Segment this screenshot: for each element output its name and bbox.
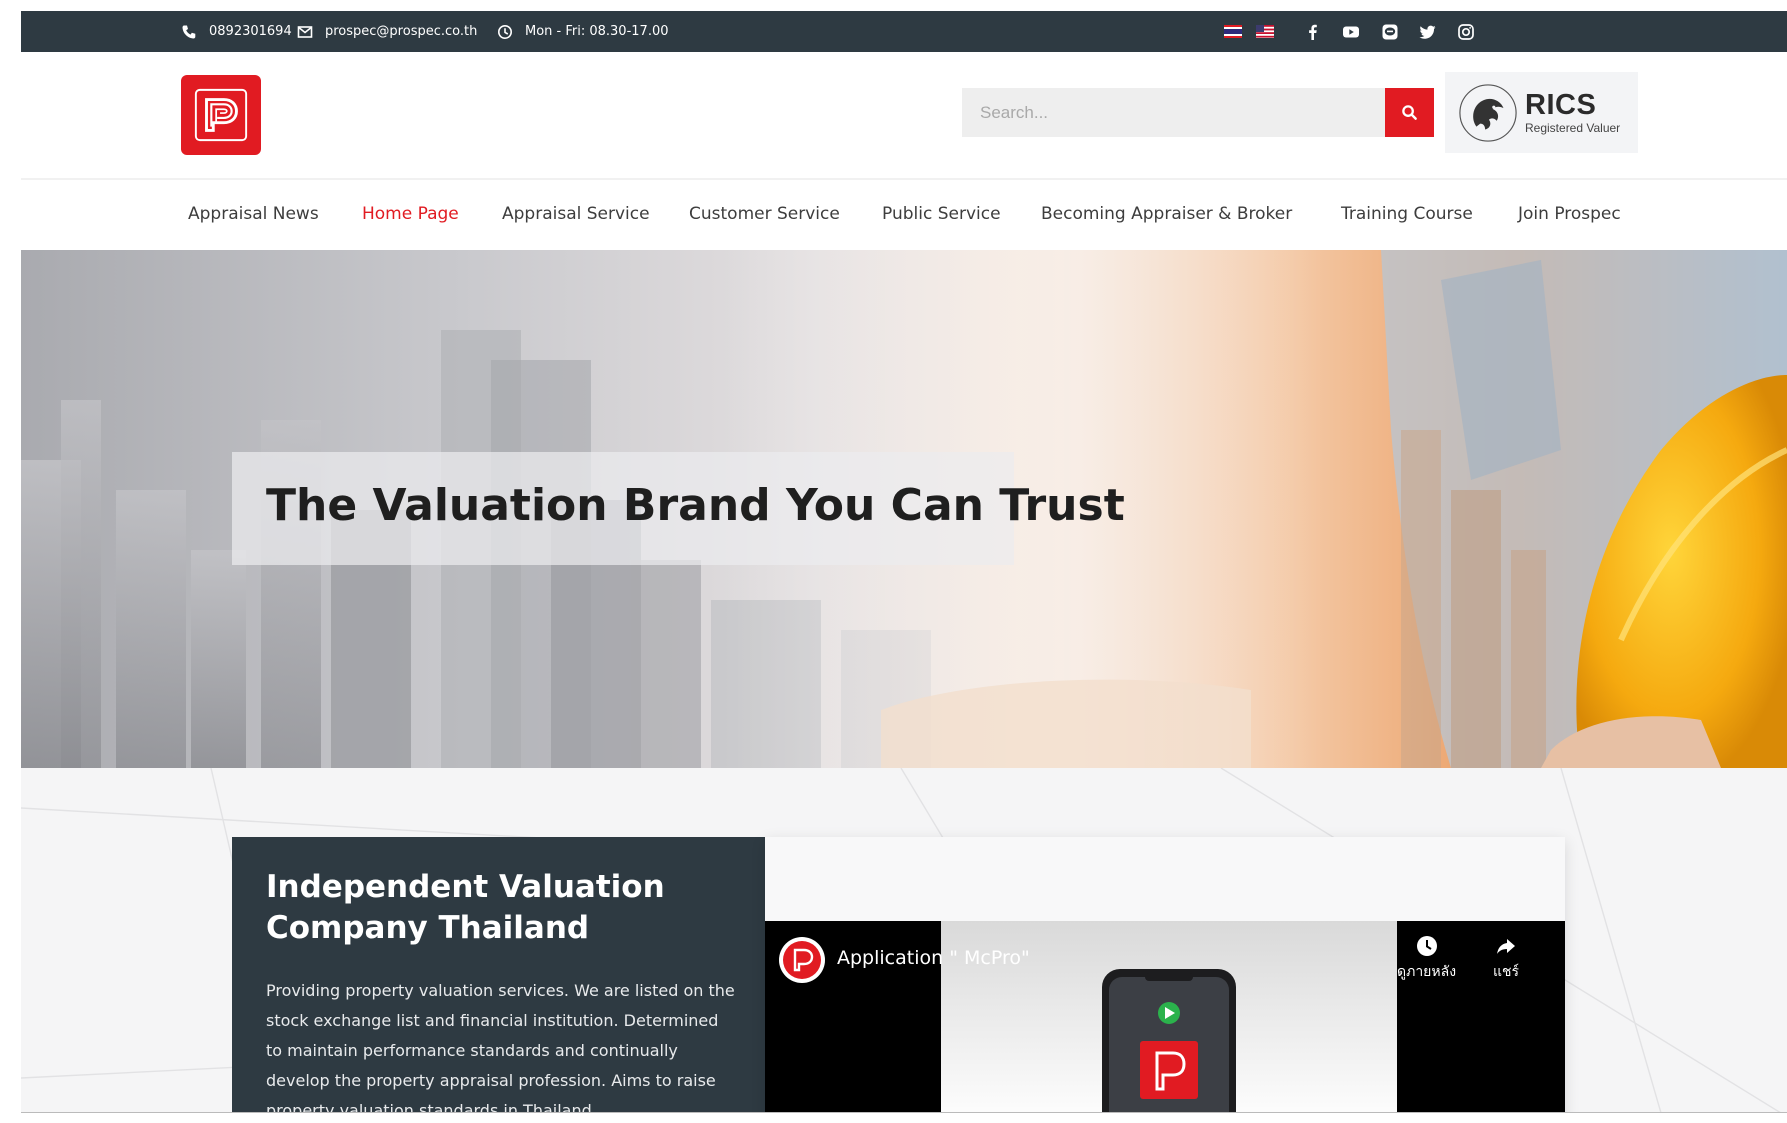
prospec-logo[interactable] [181, 75, 261, 155]
rics-subtitle: Registered Valuer [1525, 121, 1621, 135]
share-label: แชร์ [1493, 964, 1520, 980]
office-hours: Mon - Fri: 08.30-17.00 [497, 11, 669, 52]
watch-later-button[interactable]: ดูภายหลัง [1397, 935, 1456, 983]
phone-contact[interactable]: 0892301694 [181, 11, 292, 52]
prospec-channel-icon [783, 941, 821, 979]
search-icon [1402, 105, 1417, 120]
watch-later-label: ดูภายหลัง [1397, 964, 1457, 980]
nav-training-course[interactable]: Training Course [1341, 204, 1473, 224]
about-title: Independent Valuation Company Thailand [266, 869, 665, 946]
about-description: Providing property valuation services. W… [266, 981, 735, 1113]
browser-viewport: 0892301694 prospec@prospec.co.th Mon - F… [21, 11, 1787, 1113]
thai-flag-icon[interactable] [1224, 25, 1242, 38]
prospec-p-logo-icon [194, 88, 248, 142]
youtube-icon[interactable] [1341, 22, 1361, 42]
youtube-embed[interactable]: Application " McPro" ดูภายหลัง แชร์ [765, 921, 1565, 1113]
search-button[interactable] [1385, 88, 1434, 137]
envelope-icon [297, 25, 313, 38]
share-arrow-icon [1497, 939, 1516, 954]
nav-becoming-appraiser-broker[interactable]: Becoming Appraiser & Broker [1041, 204, 1292, 224]
page: 0892301694 prospec@prospec.co.th Mon - F… [0, 0, 1787, 1123]
nav-join-prospec[interactable]: Join Prospec [1518, 204, 1621, 224]
main-nav: Appraisal News Home Page Appraisal Servi… [21, 180, 1787, 250]
site-header: RICS Registered Valuer [21, 52, 1787, 180]
top-contact-bar: 0892301694 prospec@prospec.co.th Mon - F… [21, 11, 1787, 52]
phone-icon [182, 25, 196, 38]
hero-title-box: The Valuation Brand You Can Trust [232, 452, 1125, 565]
clock-icon [1416, 936, 1437, 956]
clock-icon [498, 24, 512, 39]
nav-appraisal-news[interactable]: Appraisal News [188, 204, 319, 224]
share-button[interactable]: แชร์ [1493, 935, 1519, 983]
search-bar [962, 88, 1434, 137]
nav-appraisal-service[interactable]: Appraisal Service [502, 204, 650, 224]
line-icon[interactable] [1380, 22, 1400, 42]
channel-avatar[interactable] [779, 937, 825, 983]
about-section: Independent Valuation Company Thailand P… [21, 768, 1787, 1113]
email-contact[interactable]: prospec@prospec.co.th [297, 11, 477, 52]
rics-title: RICS [1525, 89, 1597, 121]
viewport-bottom-divider [21, 1112, 1787, 1113]
instagram-icon[interactable] [1456, 22, 1476, 42]
video-panel: Application " McPro" ดูภายหลัง แชร์ [765, 837, 1565, 1113]
facebook-icon[interactable] [1303, 22, 1323, 42]
email-address: prospec@prospec.co.th [325, 24, 478, 39]
search-input[interactable] [962, 88, 1385, 137]
rics-lion-seal-icon [1459, 83, 1517, 142]
rics-badge[interactable]: RICS Registered Valuer [1445, 72, 1638, 153]
office-hours-text: Mon - Fri: 08.30-17.00 [525, 24, 669, 39]
phone-number: 0892301694 [209, 24, 292, 39]
nav-public-service[interactable]: Public Service [882, 204, 1001, 224]
twitter-icon[interactable] [1418, 22, 1438, 42]
video-title[interactable]: Application " McPro" [837, 947, 1030, 969]
us-flag-icon[interactable] [1256, 25, 1274, 38]
about-card: Independent Valuation Company Thailand P… [232, 837, 765, 1113]
nav-home-page[interactable]: Home Page [362, 204, 459, 224]
nav-customer-service[interactable]: Customer Service [689, 204, 840, 224]
hero-title: The Valuation Brand You Can Trust [266, 480, 1125, 531]
hero-banner: The Valuation Brand You Can Trust [21, 250, 1787, 768]
